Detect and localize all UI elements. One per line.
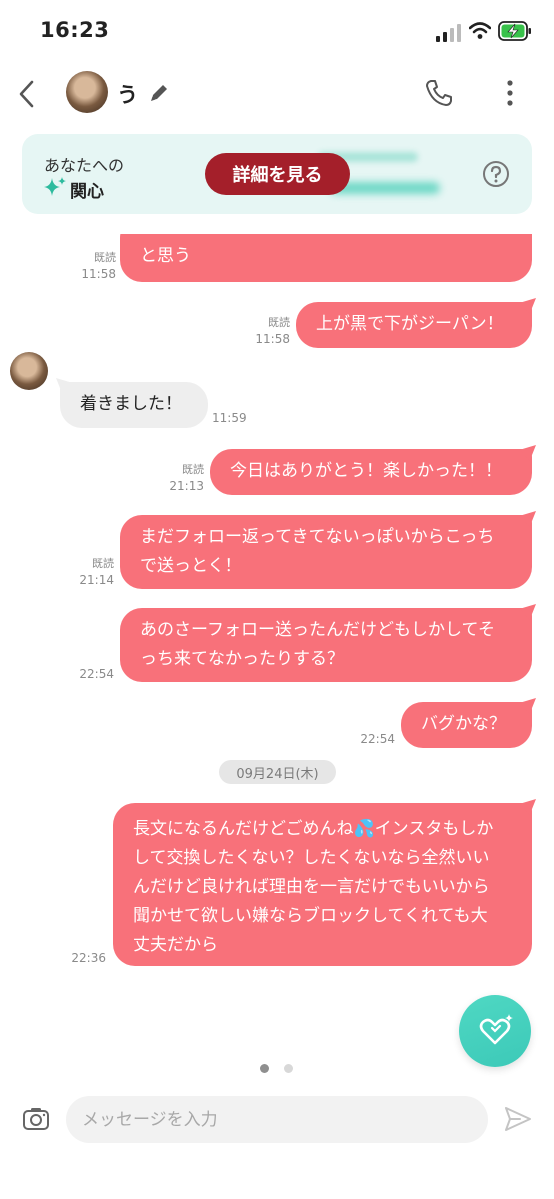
status-time: 16:23 <box>40 18 110 42</box>
contact-name[interactable]: う <box>117 79 138 109</box>
message-text: と思う <box>140 246 191 266</box>
heart-sparkle-button[interactable] <box>459 995 531 1067</box>
message-text-line: で送っとく！ <box>140 556 242 576</box>
message-meta: 既読 21:13 <box>154 462 204 494</box>
page-indicator[interactable] <box>284 1064 293 1073</box>
message-time: 22:54 <box>79 667 114 681</box>
message-meta: 11:59 <box>212 410 248 426</box>
page-indicator-active[interactable] <box>260 1064 269 1073</box>
message-text-line: 丈夫だから <box>133 935 218 955</box>
message-text-line: して交換したくない？したくないなら全然いい <box>133 848 490 868</box>
message-time: 11:58 <box>255 332 290 346</box>
message-bubble[interactable]: バグかな？ <box>401 702 532 748</box>
sender-avatar[interactable] <box>10 352 48 390</box>
phone-call-icon[interactable] <box>424 78 454 108</box>
cellular-signal-icon <box>436 22 462 42</box>
message-meta: 22:54 <box>64 666 114 682</box>
message-time: 11:58 <box>81 267 116 281</box>
sparkle-icon <box>44 177 66 196</box>
message-meta: 22:36 <box>56 950 106 966</box>
read-receipt: 既読 <box>92 557 114 570</box>
more-vertical-icon[interactable] <box>500 78 520 108</box>
message-time: 22:36 <box>71 951 106 965</box>
message-bubble[interactable]: まだフォロー返ってきてないっぽいからこっち で送っとく！ <box>120 515 532 589</box>
message-text: 上が黒で下がジーパン！ <box>316 314 504 334</box>
back-arrow-icon[interactable] <box>14 78 40 110</box>
message-bubble[interactable]: 今日はありがとう！楽しかった！！ <box>210 449 532 495</box>
message-text-line: 聞かせて欲しい嫌ならブロックしてくれても大 <box>133 906 488 926</box>
message-meta: 22:54 <box>345 731 395 747</box>
wifi-icon <box>469 22 491 39</box>
contact-avatar[interactable] <box>66 71 108 113</box>
read-receipt: 既読 <box>94 251 116 264</box>
message-meta: 既読 11:58 <box>66 250 116 282</box>
message-text: 今日はありがとう！楽しかった！！ <box>230 461 502 481</box>
message-bubble[interactable]: 上が黒で下がジーパン！ <box>296 302 532 348</box>
message-time: 21:13 <box>169 479 204 493</box>
message-meta: 既読 21:14 <box>64 556 114 588</box>
message-bubble[interactable]: 長文になるんだけどごめんね💦インスタもしか して交換したくない？したくないなら全… <box>113 803 532 966</box>
read-receipt: 既読 <box>182 463 204 476</box>
message-bubble[interactable]: と思う <box>120 234 532 282</box>
battery-charging-icon <box>498 21 531 41</box>
message-text-line: まだフォロー返ってきてないっぽいからこっち <box>140 527 495 547</box>
message-text-line: っち来てなかったりする？ <box>140 649 344 669</box>
view-details-button[interactable]: 詳細を見る <box>205 153 350 195</box>
interest-card-line2: 関心 <box>70 182 104 202</box>
message-time: 22:54 <box>360 732 395 746</box>
message-text-line: あのさーフォロー送ったんだけどもしかしてそ <box>140 620 495 640</box>
camera-icon[interactable] <box>22 1106 50 1132</box>
read-receipt: 既読 <box>268 316 290 329</box>
message-meta: 既読 11:58 <box>240 315 290 347</box>
message-bubble[interactable]: 着きました！ <box>60 382 208 428</box>
message-bubble[interactable]: あのさーフォロー送ったんだけどもしかしてそ っち来てなかったりする？ <box>120 608 532 682</box>
message-time: 21:14 <box>79 573 114 587</box>
message-text: 着きました！ <box>80 394 182 414</box>
edit-pencil-icon[interactable] <box>148 82 170 104</box>
message-text-line: んだけど良ければ理由を一言だけでもいいから <box>133 877 490 897</box>
message-time: 11:59 <box>212 411 247 425</box>
message-input[interactable] <box>66 1096 488 1143</box>
interest-card-line1: あなたへの <box>44 156 125 175</box>
date-separator: 09月24日(木) <box>219 760 336 784</box>
message-text: バグかな？ <box>421 714 506 734</box>
heart-sparkle-icon <box>479 1014 513 1045</box>
send-icon[interactable] <box>503 1104 533 1134</box>
help-icon[interactable] <box>482 160 510 188</box>
message-text-line: 長文になるんだけどごめんね💦インスタもしか <box>133 819 494 839</box>
